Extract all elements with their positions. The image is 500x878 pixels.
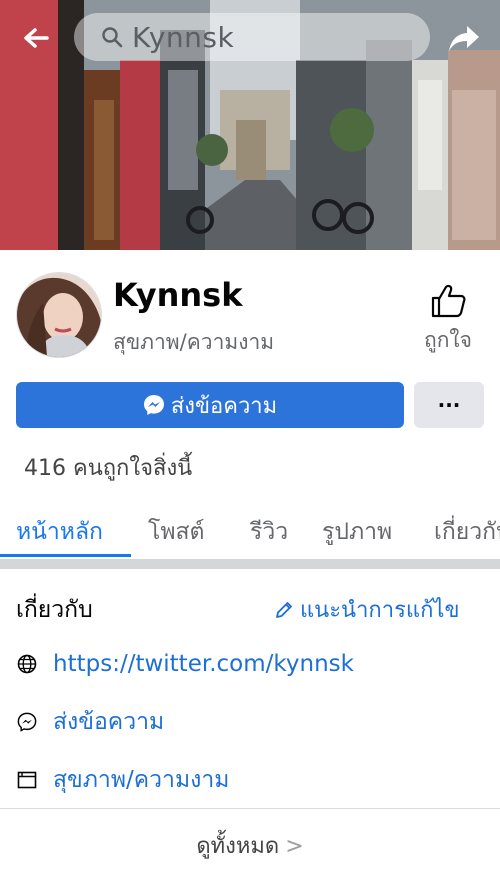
messenger-icon [143, 395, 164, 415]
search-query: Kynnsk [132, 20, 235, 54]
likes-count: 416 คนถูกใจสิ่งนี้ [24, 456, 193, 481]
tab-home[interactable]: หน้าหลัก [16, 514, 103, 550]
search-icon [102, 27, 123, 48]
about-category-row[interactable]: สุขภาพ/ความงาม [16, 762, 229, 798]
about-website-row[interactable]: https://twitter.com/kynnsk [16, 646, 354, 682]
pencil-icon [276, 601, 292, 618]
search-bar[interactable]: Kynnsk [74, 13, 430, 61]
share-arrow-icon [449, 26, 479, 51]
about-title: เกี่ยวกับ [16, 597, 93, 623]
share-button[interactable] [444, 18, 484, 58]
about-website-text: https://twitter.com/kynnsk [53, 651, 354, 677]
send-message-button[interactable]: ส่งข้อความ [16, 382, 404, 428]
suggest-edit-label: แนะนำการแก้ไข [300, 598, 460, 623]
top-bar: Kynnsk [0, 0, 500, 76]
avatar[interactable] [16, 272, 102, 358]
about-category-text: สุขภาพ/ความงาม [53, 767, 230, 793]
tab-posts[interactable]: โพสต์ [148, 514, 205, 550]
tab-reviews[interactable]: รีวิว [250, 514, 288, 550]
back-button[interactable] [18, 20, 54, 56]
like-page-button[interactable]: ถูกใจ [416, 284, 480, 357]
send-message-label: ส่งข้อความ [170, 393, 278, 419]
tab-photos[interactable]: รูปภาพ [322, 514, 392, 550]
section-divider [0, 559, 500, 569]
about-message-text: ส่งข้อความ [53, 709, 165, 735]
more-options-button[interactable]: ··· [414, 382, 484, 428]
page-category: สุขภาพ/ความงาม [113, 330, 275, 354]
chevron-right-icon: > [285, 834, 304, 859]
page-name: Kynnsk [113, 276, 243, 314]
like-label: ถูกใจ [424, 328, 472, 352]
back-arrow-icon [24, 28, 49, 48]
messenger-icon [16, 711, 38, 733]
tab-about[interactable]: เกี่ยวกับ [434, 514, 500, 550]
see-all-label: ดูทั้งหมด [196, 834, 280, 859]
thumbs-up-icon [431, 284, 466, 318]
page-tabs: หน้าหลัก โพสต์ รีวิว รูปภาพ เกี่ยวกับ [0, 500, 500, 558]
about-message-row[interactable]: ส่งข้อความ [16, 704, 164, 740]
globe-icon [16, 653, 38, 675]
about-divider [0, 808, 500, 809]
see-all-button[interactable]: ดูทั้งหมด > [0, 828, 500, 863]
suggest-edit-link[interactable]: แนะนำการแก้ไข [274, 592, 460, 627]
active-tab-indicator [0, 554, 131, 557]
category-icon [16, 769, 38, 791]
